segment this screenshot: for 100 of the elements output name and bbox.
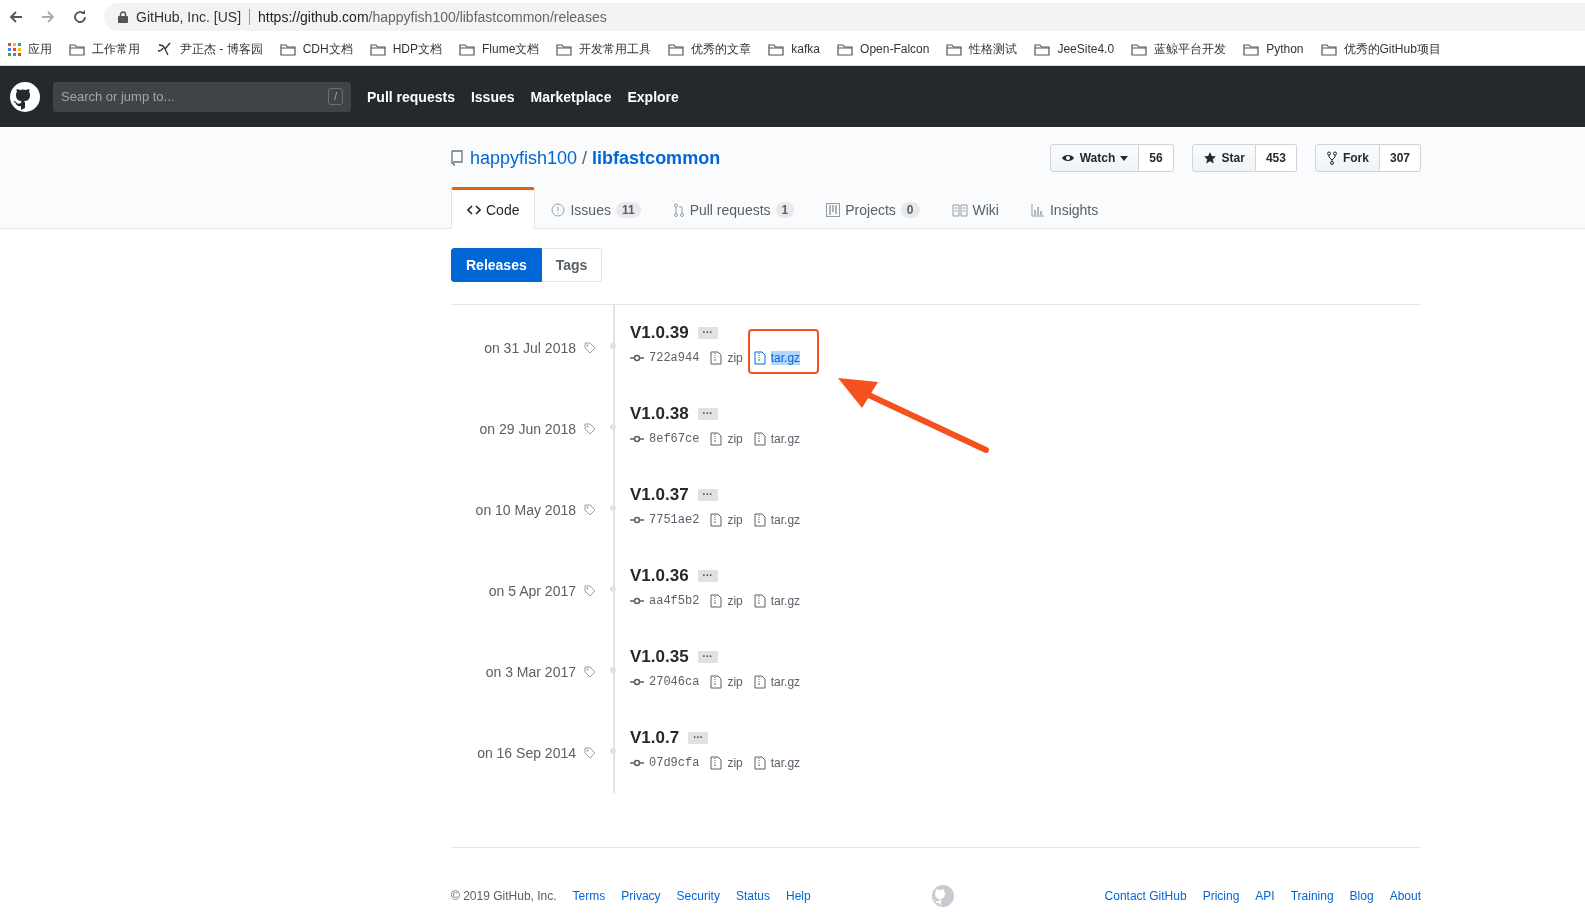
expand-button[interactable]: ··· bbox=[697, 489, 718, 501]
bookmark[interactable]: JeeSite4.0 bbox=[1034, 42, 1115, 56]
tar-gz-download-link[interactable]: tar.gz bbox=[753, 675, 801, 689]
github-mark-icon bbox=[930, 884, 955, 908]
bookmark[interactable]: 尹正杰 - 博客园 bbox=[157, 40, 263, 58]
folder-icon bbox=[1243, 42, 1260, 56]
nav-link[interactable]: Pull requests bbox=[367, 88, 455, 105]
commit-link[interactable]: aa4f5b2 bbox=[630, 594, 700, 608]
subnav-tab[interactable]: Releases bbox=[451, 248, 542, 282]
repo-tab[interactable]: Code bbox=[451, 187, 536, 229]
bookmark[interactable]: 工作常用 bbox=[69, 40, 140, 58]
repo-tab[interactable]: Pull requests 1 bbox=[656, 187, 811, 229]
address-bar[interactable]: GitHub, Inc. [US] https://github.com/happyfish100/libfastcommon/releases bbox=[104, 2, 1585, 31]
release-title-link[interactable]: V1.0.38 bbox=[630, 404, 689, 424]
footer-link[interactable]: Terms bbox=[572, 889, 606, 903]
footer-link[interactable]: Pricing bbox=[1202, 889, 1240, 903]
file-zip-icon bbox=[753, 513, 766, 527]
bookmark[interactable]: Flume文档 bbox=[459, 40, 540, 58]
footer-link[interactable]: Contact GitHub bbox=[1104, 889, 1187, 903]
tag-icon bbox=[584, 747, 596, 759]
footer-link[interactable]: Privacy bbox=[621, 889, 661, 903]
search-field[interactable]: Search or jump to... / bbox=[53, 81, 351, 112]
zip-download-link[interactable]: zip bbox=[710, 513, 743, 527]
release-date: on 3 Mar 2017 bbox=[485, 664, 576, 680]
zip-download-link[interactable]: zip bbox=[710, 675, 743, 689]
fork-count[interactable]: 307 bbox=[1379, 144, 1421, 172]
nav-link[interactable]: Explore bbox=[627, 88, 679, 105]
release-title-link[interactable]: V1.0.39 bbox=[630, 323, 689, 343]
timeline-dot bbox=[610, 667, 616, 673]
bookmark[interactable]: 蓝鲸平台开发 bbox=[1131, 40, 1227, 58]
release-title-link[interactable]: V1.0.37 bbox=[630, 485, 689, 505]
watch-button[interactable]: Watch bbox=[1049, 144, 1140, 172]
footer-link[interactable]: Training bbox=[1290, 889, 1334, 903]
tar-gz-download-link[interactable]: tar.gz bbox=[753, 513, 801, 527]
release-title-link[interactable]: V1.0.35 bbox=[630, 647, 689, 667]
folder-icon bbox=[946, 42, 963, 56]
bookmark[interactable]: 应用 bbox=[8, 40, 52, 58]
footer-link[interactable]: API bbox=[1255, 889, 1275, 903]
commit-link[interactable]: 7751ae2 bbox=[630, 513, 700, 527]
bookmark[interactable]: 开发常用工具 bbox=[556, 40, 652, 58]
bookmark[interactable]: HDP文档 bbox=[369, 40, 442, 58]
commit-link[interactable]: 27046ca bbox=[630, 675, 700, 689]
back-icon[interactable] bbox=[8, 8, 24, 25]
zip-download-link[interactable]: zip bbox=[710, 756, 743, 770]
lock-icon bbox=[118, 10, 128, 23]
star-count[interactable]: 453 bbox=[1255, 144, 1297, 172]
repo-tab[interactable]: Issues 11 bbox=[535, 187, 657, 229]
release-title-link[interactable]: V1.0.7 bbox=[630, 728, 680, 748]
release-date: on 10 May 2018 bbox=[475, 502, 576, 518]
tar-gz-download-link[interactable]: tar.gz bbox=[753, 594, 801, 608]
issue-icon bbox=[551, 202, 566, 217]
bookmark[interactable]: CDH文档 bbox=[279, 40, 353, 58]
commit-link[interactable]: 07d9cfa bbox=[630, 756, 700, 770]
zip-download-link[interactable]: zip bbox=[710, 432, 743, 446]
commit-icon bbox=[630, 435, 644, 443]
footer-link[interactable]: Blog bbox=[1349, 889, 1374, 903]
code-icon bbox=[467, 202, 481, 217]
bookmark[interactable]: Open-Falcon bbox=[837, 42, 930, 56]
bookmark[interactable]: kafka bbox=[768, 42, 821, 56]
repo-tab[interactable]: Projects 0 bbox=[810, 187, 936, 229]
expand-button[interactable]: ··· bbox=[697, 408, 718, 420]
nav-link[interactable]: Marketplace bbox=[530, 88, 612, 105]
subnav-tab[interactable]: Tags bbox=[541, 248, 603, 282]
repo-tab[interactable]: Wiki bbox=[935, 187, 1015, 229]
expand-button[interactable]: ··· bbox=[697, 651, 718, 663]
footer-link[interactable]: Security bbox=[676, 889, 720, 903]
tar-gz-download-link[interactable]: tar.gz bbox=[753, 432, 801, 446]
bookmark[interactable]: Python bbox=[1243, 42, 1304, 56]
reload-icon[interactable] bbox=[72, 8, 88, 25]
footer-link[interactable]: Help bbox=[785, 889, 811, 903]
zip-download-link[interactable]: zip bbox=[710, 594, 743, 608]
bookmark[interactable]: 优秀的GitHub项目 bbox=[1320, 40, 1441, 58]
annotation-highlight-box bbox=[748, 329, 819, 374]
repo-tab[interactable]: Insights bbox=[1014, 187, 1115, 229]
repo-name-link[interactable]: libfastcommon bbox=[592, 147, 721, 169]
file-zip-icon bbox=[753, 432, 766, 446]
bookmark[interactable]: 性格测试 bbox=[946, 40, 1018, 58]
commit-link[interactable]: 8ef67ce bbox=[630, 432, 700, 446]
footer-link[interactable]: Status bbox=[735, 889, 770, 903]
release-title-link[interactable]: V1.0.36 bbox=[630, 566, 689, 586]
watch-count[interactable]: 56 bbox=[1139, 144, 1174, 172]
star-button[interactable]: Star bbox=[1191, 144, 1256, 172]
expand-button[interactable]: ··· bbox=[688, 732, 709, 744]
tar-gz-download-link[interactable]: tar.gz bbox=[753, 756, 801, 770]
github-logo-icon[interactable] bbox=[9, 80, 41, 113]
path-separator: / bbox=[582, 147, 588, 169]
repo-owner-link[interactable]: happyfish100 bbox=[470, 147, 578, 169]
commit-icon bbox=[630, 354, 644, 362]
folder-icon bbox=[768, 42, 785, 56]
caret-icon bbox=[1120, 155, 1129, 161]
fork-button[interactable]: Fork bbox=[1314, 144, 1380, 172]
expand-button[interactable]: ··· bbox=[697, 570, 718, 582]
nav-link[interactable]: Issues bbox=[470, 88, 515, 105]
bookmark[interactable]: 优秀的文章 bbox=[668, 40, 752, 58]
footer-link[interactable]: About bbox=[1389, 889, 1421, 903]
zip-download-link[interactable]: zip bbox=[710, 351, 743, 365]
release-date: on 31 Jul 2018 bbox=[484, 340, 576, 356]
commit-link[interactable]: 722a944 bbox=[630, 351, 700, 365]
expand-button[interactable]: ··· bbox=[697, 327, 718, 339]
project-board-icon bbox=[826, 202, 841, 217]
